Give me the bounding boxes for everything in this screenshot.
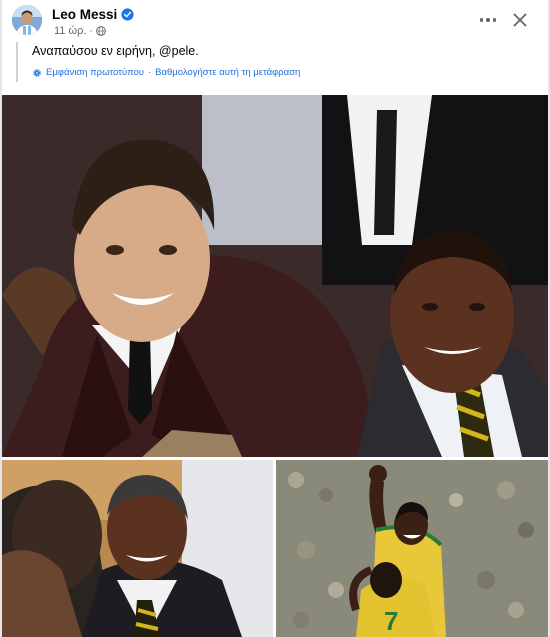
post-card: Leo Messi 11 ώρ. · Αναπαύσου εν ειρήνη, … (2, 0, 548, 637)
globe-icon[interactable] (96, 25, 106, 36)
meta-separator: · (89, 24, 94, 37)
gear-icon (33, 68, 41, 77)
close-icon[interactable] (508, 8, 532, 32)
photo-messi-pele[interactable] (2, 95, 548, 457)
photo-pele-hug[interactable] (2, 460, 273, 637)
translation-actions: Εμφάνιση πρωτοτύπου · Βαθμολογήστε αυτή … (32, 67, 300, 78)
author-name[interactable]: Leo Messi (52, 7, 117, 22)
photo-pele-celebration[interactable]: 7 (276, 460, 548, 637)
author-row: Leo Messi (52, 6, 134, 22)
post-meta: 11 ώρ. · (54, 24, 106, 37)
svg-text:7: 7 (384, 606, 398, 636)
verified-badge-icon (121, 7, 134, 21)
show-original-link[interactable]: Εμφάνιση πρωτοτύπου (46, 67, 144, 78)
more-dot (486, 18, 490, 22)
author-avatar[interactable] (12, 5, 42, 35)
translation-separator: · (147, 67, 152, 78)
avatar-image (12, 5, 42, 35)
rate-translation-link[interactable]: Βαθμολογήστε αυτή τη μετάφραση (155, 67, 300, 78)
post-timestamp[interactable]: 11 ώρ. (54, 25, 86, 37)
post-header: Leo Messi 11 ώρ. · (2, 0, 548, 40)
more-dot (479, 18, 484, 22)
post-text: Αναπαύσου εν ειρήνη, @pele. (32, 44, 199, 58)
more-options-icon[interactable] (474, 8, 502, 32)
translated-post-body: Αναπαύσου εν ειρήνη, @pele. Εμφάνιση πρω… (16, 42, 536, 82)
more-dot (492, 18, 497, 22)
